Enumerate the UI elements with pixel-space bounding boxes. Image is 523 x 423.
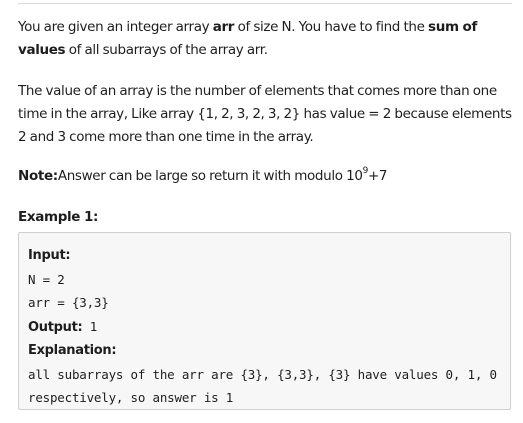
note-paragraph: Note:Answer can be large so return it wi…	[18, 165, 512, 190]
example-block: Input: N = 2 arr = {3,3} Output: 1 Expla…	[18, 232, 511, 410]
arr-line: arr = {3,3}	[28, 295, 109, 310]
input-label: Input:	[28, 248, 71, 263]
output-row: Output: 1	[28, 315, 501, 340]
explanation-line-1: all subarrays of the arr are {3}, {3,3},…	[28, 366, 497, 382]
problem-intro: You are given an integer array arr of si…	[18, 16, 512, 62]
problem-statement: You are given an integer array arr of si…	[18, 16, 512, 242]
explanation-label: Explanation:	[28, 343, 117, 358]
intro-text-3: of all subarrays of the array arr.	[65, 42, 268, 58]
note-suffix: +7	[367, 168, 388, 184]
intro-text-2: of size N. You have to find the	[234, 19, 429, 35]
explanation-row: Explanation:	[28, 339, 501, 363]
intro-text-1: You are given an integer array	[18, 19, 213, 35]
intro-bold-arr: arr	[212, 19, 235, 35]
value-definition: The value of an array is the number of e…	[18, 83, 512, 145]
top-divider	[18, 3, 512, 4]
example-heading: Example 1:	[18, 206, 512, 229]
output-label: Output:	[28, 319, 83, 335]
example-title: Example 1:	[18, 209, 99, 225]
explanation-line-2: respectively, so answer is 1	[28, 390, 234, 405]
n-line: N = 2	[28, 271, 65, 287]
note-text: Answer can be large so return it with mo…	[57, 168, 363, 184]
output-value: 1	[82, 318, 98, 334]
input-row: Input:	[28, 244, 501, 268]
note-exponent: 9	[362, 166, 369, 176]
note-label: Note:	[18, 168, 58, 184]
